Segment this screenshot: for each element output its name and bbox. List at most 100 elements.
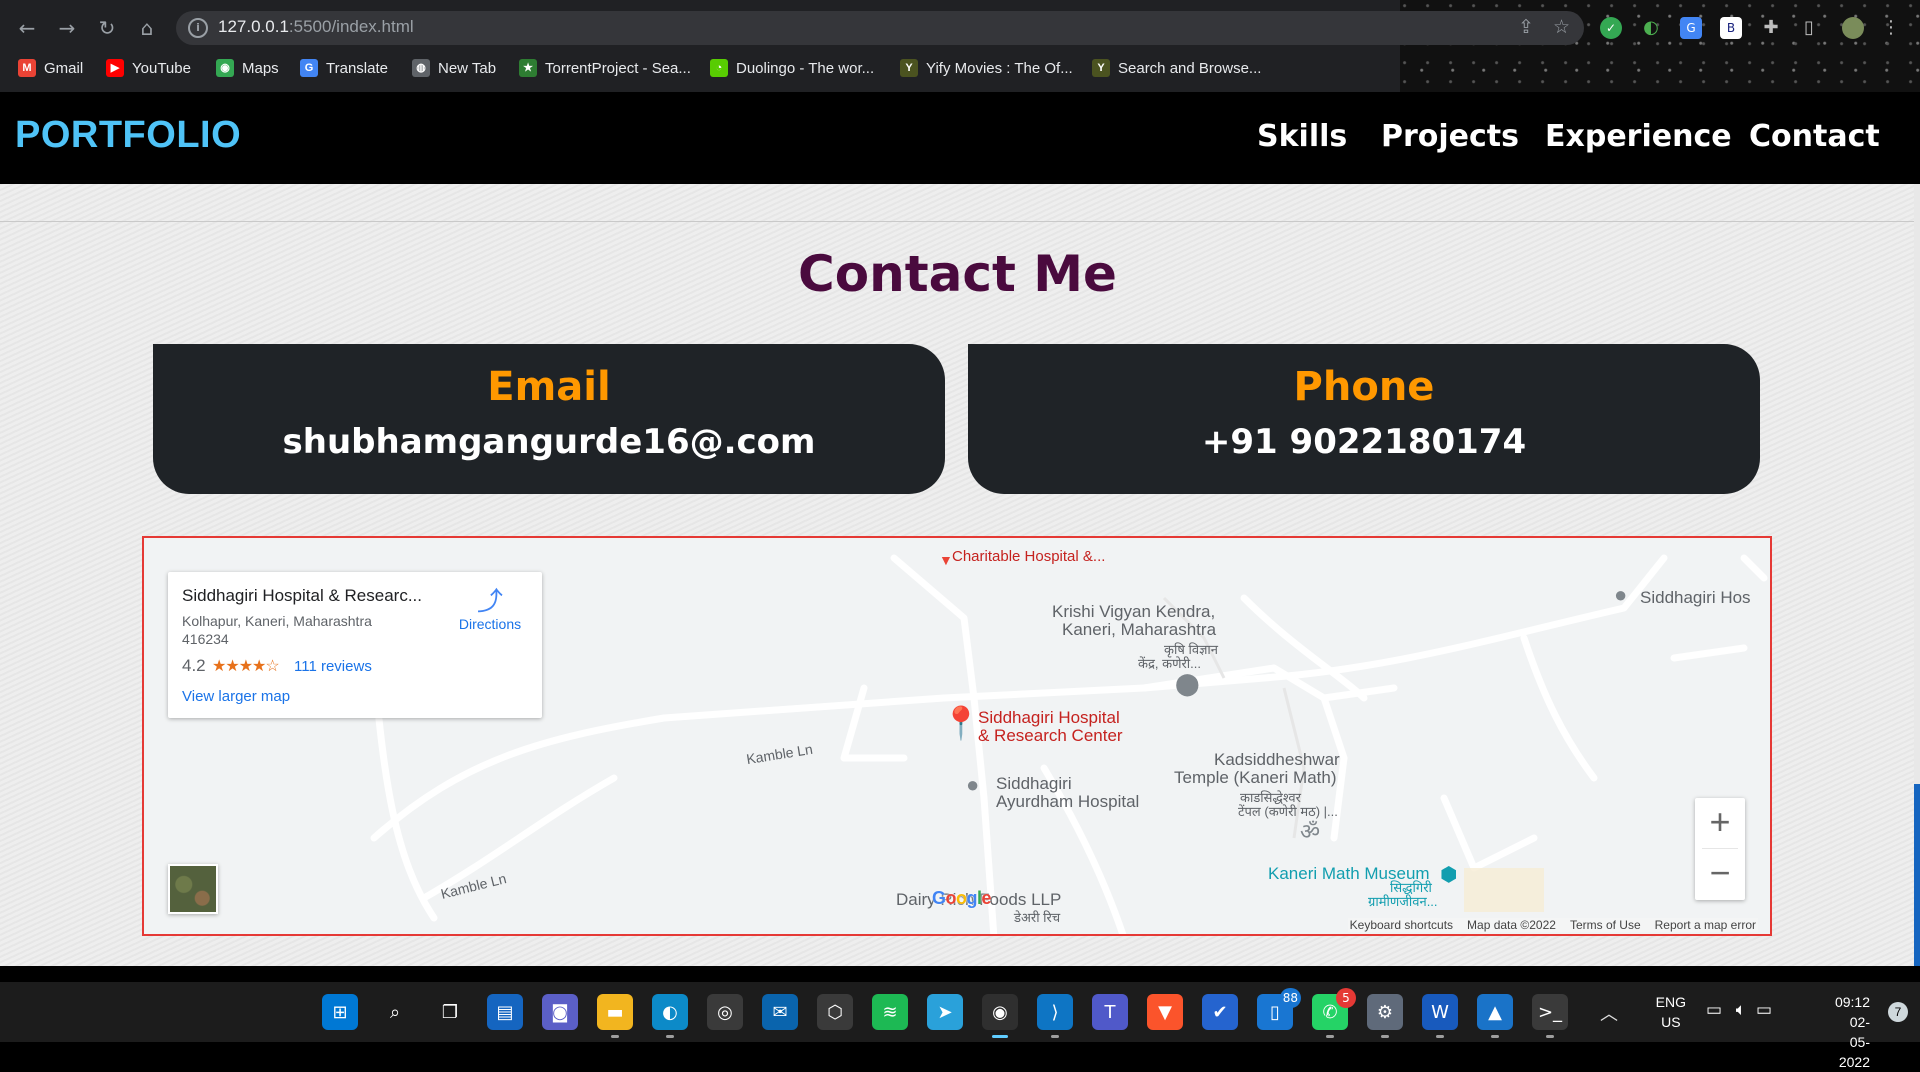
brand-logo[interactable]: PORTFOLIO (15, 114, 241, 157)
bookmark-maps[interactable]: ◉ Maps (216, 56, 279, 80)
nav-link-contact[interactable]: Contact (1749, 119, 1880, 154)
reload-icon[interactable]: ↻ (94, 15, 120, 41)
address-bar[interactable]: i 127.0.0.1:5500/index.html ⇪ ☆ (176, 11, 1584, 45)
gmail-icon: M (18, 59, 36, 77)
search-button[interactable]: ⌕ (377, 994, 413, 1030)
extension-grammarly-icon[interactable]: ✓ (1600, 17, 1622, 39)
battery-icon[interactable]: ▭ (1756, 1000, 1772, 1020)
map-label-hospital[interactable]: Siddhagiri Hospital (978, 708, 1120, 728)
view-larger-map-link[interactable]: View larger map (182, 688, 290, 705)
mail-button[interactable]: ✉ (762, 994, 798, 1030)
map-main-pin-icon[interactable]: 📍 (941, 704, 981, 742)
spotify-button[interactable]: ≋ (872, 994, 908, 1030)
yify-search-icon: Y (1092, 59, 1110, 77)
place-info-card: Siddhagiri Hospital & Researc... Kolhapu… (168, 572, 542, 718)
unity-button[interactable]: ⬡ (817, 994, 853, 1030)
bookmark-globe[interactable]: ◍ New Tab (412, 56, 496, 80)
reviews-link[interactable]: 111 reviews (294, 658, 372, 675)
forward-icon[interactable]: → (54, 15, 80, 41)
directions-button[interactable]: ⤴ Directions (448, 586, 532, 632)
bookmark-label: Yify Movies : The Of... (926, 59, 1073, 77)
volume-icon[interactable]: 🔈︎ (1736, 1000, 1746, 1020)
teams-button[interactable]: T (1092, 994, 1128, 1030)
menu-kebab-icon[interactable]: ⋮ (1880, 17, 1902, 39)
bookmark-translate[interactable]: G Translate (300, 56, 388, 80)
rating-stars-icon: ★★★★☆ (212, 658, 280, 675)
satellite-toggle-button[interactable] (168, 864, 218, 914)
map-label-kadsiddheshwar[interactable]: Kadsiddheshwar (1214, 750, 1340, 770)
start-button[interactable]: ⊞ (322, 994, 358, 1030)
map-label-charitable: Charitable Hospital &... (952, 548, 1106, 565)
vscode-button[interactable]: ⟩ (1037, 994, 1073, 1038)
tray-overflow-chevron-icon[interactable]: ︿ (1600, 1000, 1618, 1026)
map-label-ayurdham-2[interactable]: Ayurdham Hospital (996, 792, 1139, 812)
map-pin-small-icon: ▼ (939, 552, 953, 568)
bookmark-youtube[interactable]: ▶ YouTube (106, 56, 191, 80)
zoom-control: + − (1695, 798, 1745, 900)
back-icon[interactable]: ← (14, 15, 40, 41)
map-label-siddhagiri-hos[interactable]: Siddhagiri Hos (1640, 588, 1751, 608)
browser-toolbar: ← → ↻ ⌂ i 127.0.0.1:5500/index.html ⇪ ☆ … (0, 8, 1920, 48)
clock[interactable]: 09:12 02-05-2022 (1835, 992, 1870, 1072)
language-indicator[interactable]: ENG US (1656, 992, 1686, 1032)
running-indicator (611, 1035, 619, 1038)
bookmark-label: Maps (242, 59, 279, 77)
nav-link-experience[interactable]: Experience (1545, 119, 1732, 154)
zoom-in-button[interactable]: + (1695, 798, 1745, 848)
word-button[interactable]: W (1422, 994, 1458, 1038)
terminal-button[interactable]: >_ (1532, 994, 1568, 1038)
map-place-pin-icon: ● (1614, 582, 1628, 607)
mail-icon: ✉ (772, 1001, 788, 1023)
keyboard-shortcuts-link[interactable]: Keyboard shortcuts (1350, 918, 1453, 932)
settings-button[interactable]: ⚙ (1367, 994, 1403, 1038)
map-label-kadsiddheshwar-2[interactable]: Temple (Kaneri Math) (1174, 768, 1337, 788)
nav-link-projects[interactable]: Projects (1381, 119, 1519, 154)
bookmark-star-icon[interactable]: ☆ (1553, 16, 1570, 38)
widgets-button[interactable]: ▤ (487, 994, 523, 1030)
photos-button[interactable]: ▲ (1477, 994, 1513, 1038)
extension-b-icon[interactable]: B (1720, 17, 1742, 39)
notification-count[interactable]: 7 (1888, 1002, 1908, 1022)
google-map-embed[interactable]: Charitable Hospital &... ▼ Krishi Vigyan… (142, 536, 1772, 936)
email-value: shubhamgangurde16@.com (282, 422, 816, 462)
share-icon[interactable]: ⇪ (1518, 16, 1534, 38)
extensions-puzzle-icon[interactable]: ✚ (1760, 17, 1782, 39)
extension-edge-icon[interactable]: ◐ (1640, 17, 1662, 39)
bookmark-duolingo[interactable]: ◔ Duolingo - The wor... (710, 56, 874, 80)
side-panel-icon[interactable]: ▯ (1798, 17, 1820, 39)
brave-button[interactable]: ▼ (1147, 994, 1183, 1030)
todo-button[interactable]: ✔ (1202, 994, 1238, 1030)
phone-label: Phone (1293, 364, 1435, 410)
nav-link-skills[interactable]: Skills (1257, 119, 1347, 154)
url-text[interactable]: 127.0.0.1:5500/index.html (218, 17, 414, 37)
bookmark-gmail[interactable]: M Gmail (18, 56, 83, 80)
chrome-button[interactable]: ◉ (982, 994, 1018, 1038)
scrollbar-thumb[interactable] (1914, 784, 1920, 966)
bookmark-yify-search[interactable]: Y Search and Browse... (1092, 56, 1261, 80)
edge-button[interactable]: ◐ (652, 994, 688, 1038)
network-icon[interactable]: ▭ (1706, 1000, 1722, 1020)
language-code: ENG (1655, 994, 1686, 1010)
extension-translate-icon[interactable]: G (1680, 17, 1702, 39)
teams-chat-button[interactable]: ◙ (542, 994, 578, 1030)
translate-icon: G (300, 59, 318, 77)
bookmark-yify[interactable]: Y Yify Movies : The Of... (900, 56, 1073, 80)
whatsapp-button[interactable]: ✆ 5 (1312, 988, 1356, 1038)
zoom-out-button[interactable]: − (1695, 849, 1745, 899)
bookmark-torrentproject[interactable]: ★ TorrentProject - Sea... (519, 56, 691, 80)
report-map-error-link[interactable]: Report a map error (1655, 918, 1756, 932)
file-explorer-button[interactable]: ▬ (597, 994, 633, 1038)
file-explorer-icon: ▬ (606, 1001, 624, 1023)
start-icon: ⊞ (332, 1001, 348, 1023)
home-icon[interactable]: ⌂ (134, 15, 160, 41)
profile-avatar[interactable] (1842, 17, 1864, 39)
site-info-icon[interactable]: i (188, 18, 208, 38)
task-view-button[interactable]: ❐ (432, 994, 468, 1030)
obs-button[interactable]: ◎ (707, 994, 743, 1030)
map-label-ayurdham[interactable]: Siddhagiri (996, 774, 1072, 794)
phone-link-button[interactable]: ▯ 88 (1257, 988, 1301, 1030)
terms-of-use-link[interactable]: Terms of Use (1570, 918, 1641, 932)
teams-chat-icon: ◙ (551, 1001, 569, 1023)
telegram-button[interactable]: ➤ (927, 994, 963, 1030)
map-label-hospital-2[interactable]: & Research Center (978, 726, 1123, 746)
